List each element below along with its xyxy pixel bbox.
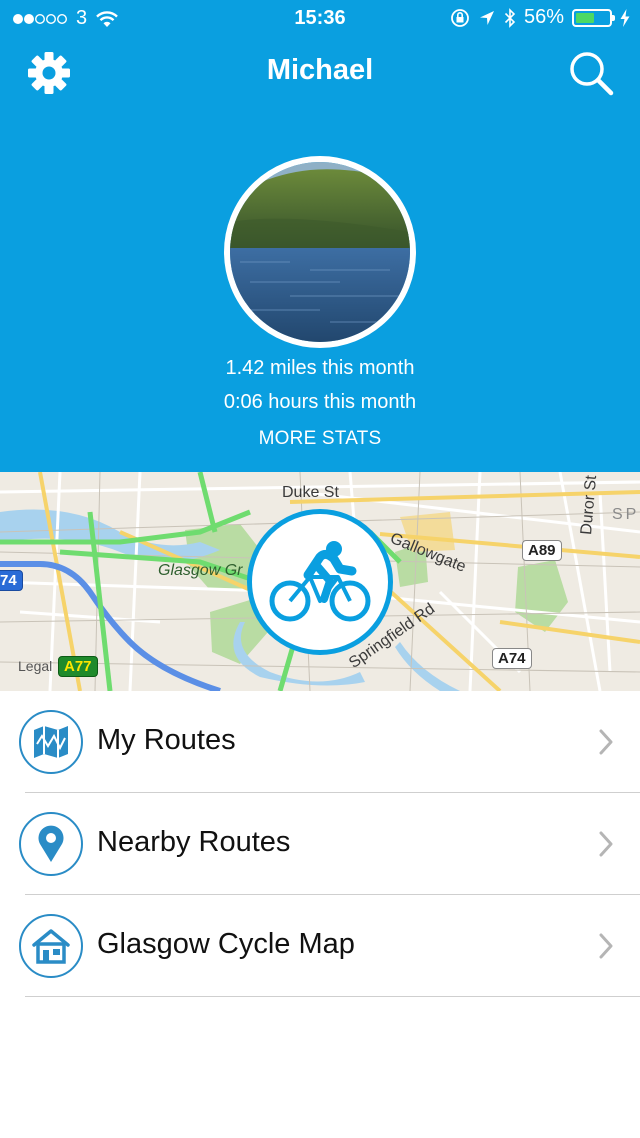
- orientation-lock-icon: [451, 8, 469, 27]
- search-icon: [570, 52, 614, 96]
- profile-avatar[interactable]: [224, 156, 416, 348]
- map-legal-link[interactable]: Legal: [18, 658, 52, 674]
- battery-percent: 56%: [523, 6, 564, 28]
- more-stats-link[interactable]: MORE STATS: [0, 428, 640, 450]
- road-badge-a77: A77: [58, 656, 98, 677]
- menu-item-label: My Routes: [97, 724, 236, 756]
- map-icon: [19, 710, 83, 774]
- page-title: Michael: [266, 54, 374, 86]
- menu-item-nearby-routes[interactable]: Nearby Routes: [0, 793, 640, 895]
- chevron-right-icon: [599, 831, 613, 857]
- location-pin-icon: [19, 812, 83, 876]
- road-badge-m74: 74: [0, 570, 23, 591]
- monthly-time: 0:06 hours this month: [223, 391, 417, 413]
- map-label-sp: SP: [612, 506, 640, 523]
- bluetooth-icon: [504, 7, 516, 28]
- map-label-glasgow-green: Glasgow Gr: [158, 562, 243, 579]
- profile-header: 3 15:36 56% Michael 1.42 miles this mont…: [0, 0, 640, 472]
- menu-item-label: Nearby Routes: [97, 826, 291, 858]
- monthly-distance: 1.42 miles this month: [225, 357, 415, 379]
- bicycle-icon: [269, 541, 371, 622]
- location-arrow-icon: [479, 10, 494, 25]
- menu-item-label: Glasgow Cycle Map: [97, 928, 355, 960]
- row-divider: [25, 996, 640, 997]
- menu-item-glasgow-cycle-map[interactable]: Glasgow Cycle Map: [0, 895, 640, 997]
- house-icon: [19, 914, 83, 978]
- avatar-photo: [230, 162, 410, 342]
- start-ride-button[interactable]: [247, 509, 393, 655]
- search-button[interactable]: [568, 50, 614, 96]
- road-badge-a74: A74: [492, 648, 532, 669]
- map-label-duke-st: Duke St: [282, 484, 339, 501]
- menu-item-my-routes[interactable]: My Routes: [0, 691, 640, 793]
- status-bar: 3 15:36 56%: [0, 0, 640, 36]
- charging-bolt-icon: [620, 8, 630, 27]
- road-badge-a89: A89: [522, 540, 562, 561]
- menu-list: My Routes Nearby Routes Glasgow Cycle Ma…: [0, 691, 640, 997]
- chevron-right-icon: [599, 729, 613, 755]
- battery-level: [576, 12, 594, 23]
- chevron-right-icon: [599, 933, 613, 959]
- battery-icon: [572, 8, 615, 27]
